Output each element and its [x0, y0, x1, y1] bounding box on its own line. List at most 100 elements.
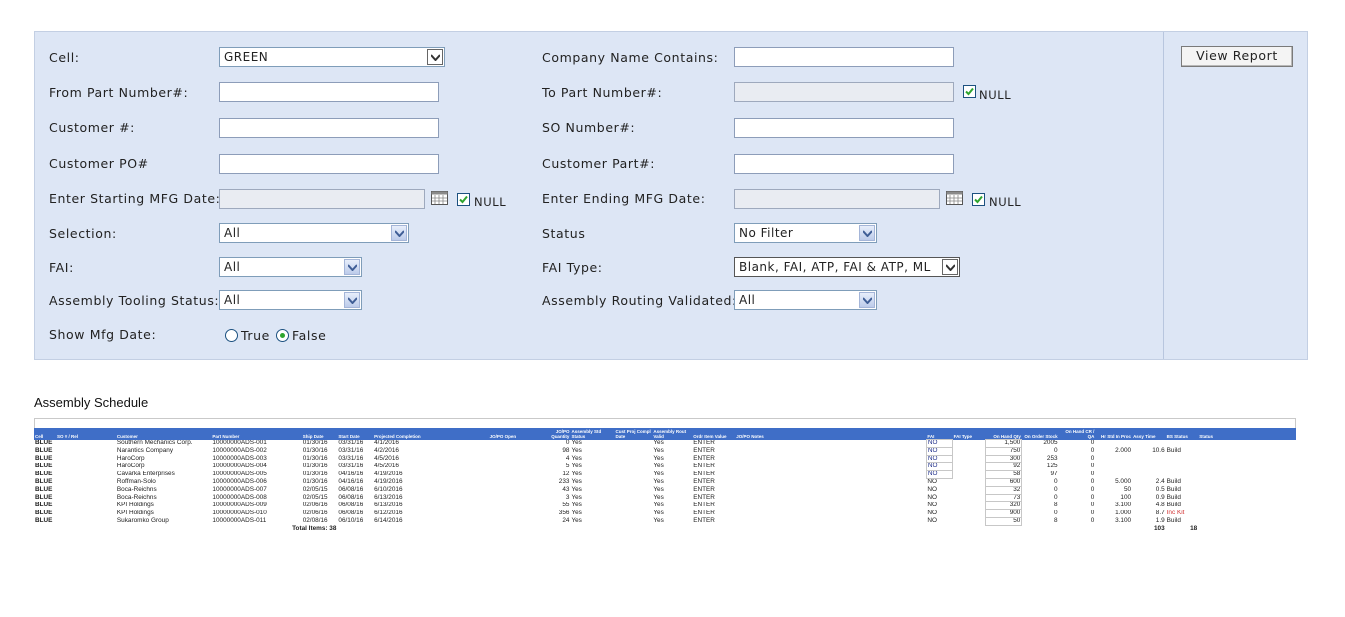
table-cell — [615, 502, 653, 510]
table-cell: 4 — [565, 455, 570, 462]
table-cell: BLUE — [35, 486, 53, 493]
table-cell: HaroCorp — [116, 455, 145, 462]
table-cell — [489, 455, 538, 463]
table-cell: 02/06/16 — [302, 509, 328, 517]
assembly-routing-validated-select[interactable]: All — [734, 290, 877, 310]
table-cell — [1198, 447, 1296, 455]
table-cell: Sukaromko Group — [116, 517, 169, 524]
table-cell: 2.000 — [1115, 447, 1132, 454]
table-cell: NO — [927, 517, 937, 524]
so-number-label: SO Number#: — [542, 120, 636, 135]
customer-no-input[interactable] — [219, 118, 439, 138]
table-cell: 750 — [984, 446, 1023, 456]
chevron-down-icon[interactable] — [859, 292, 875, 308]
table-cell: 50 — [1123, 486, 1132, 493]
table-cell: ENTER — [693, 501, 715, 509]
table-cell: BLUE — [35, 509, 53, 517]
table-cell: ENTER — [693, 478, 715, 485]
from-part-label: From Part Number#: — [49, 85, 189, 100]
calendar-icon[interactable] — [431, 191, 448, 205]
table-cell — [735, 455, 926, 463]
table-cell: BLUE — [35, 517, 53, 524]
chevron-down-icon[interactable] — [942, 259, 958, 275]
chevron-down-icon[interactable] — [391, 225, 407, 241]
table-cell: 125 — [1046, 462, 1058, 470]
end-mfg-null-checkbox[interactable] — [972, 193, 985, 206]
show-mfg-false-radio[interactable] — [276, 329, 289, 342]
table-cell — [953, 447, 986, 455]
table-cell: 04/16/16 — [338, 478, 364, 485]
table-cell: KPI Holdings — [116, 509, 154, 517]
table-cell — [953, 486, 986, 494]
table-cell: Yes — [571, 517, 582, 524]
total-cell — [489, 525, 538, 532]
table-cell: 10000000ADS-011 — [212, 517, 267, 524]
col-header: Hr Std In Proc — [1095, 428, 1133, 440]
customer-part-input[interactable] — [734, 154, 954, 174]
col-header: JO/PO Notes — [735, 428, 927, 440]
end-mfg-date-input[interactable] — [734, 189, 940, 209]
table-cell — [1095, 463, 1132, 471]
table-row: BLUE Narantics Company 10000000ADS-002 01/3… — [34, 446, 1296, 456]
table-cell: Narantics Company — [116, 447, 174, 454]
table-cell — [735, 447, 926, 455]
col-header: FAI — [926, 428, 953, 440]
fai-type-select[interactable]: Blank, FAI, ATP, FAI & ATP, ML — [734, 257, 960, 277]
table-cell — [1132, 440, 1166, 448]
table-cell — [56, 517, 116, 525]
to-part-null-checkbox[interactable] — [963, 85, 976, 98]
table-cell: BLUE — [35, 447, 53, 454]
start-mfg-null-checkbox[interactable] — [457, 193, 470, 206]
table-cell: 06/08/16 — [338, 509, 364, 517]
col-header: Ordr Item Value — [692, 428, 736, 440]
so-number-input[interactable] — [734, 118, 954, 138]
cell-select[interactable]: GREEN — [219, 47, 445, 67]
table-cell: BLUE — [35, 494, 53, 501]
calendar-icon[interactable] — [946, 191, 963, 205]
view-report-button[interactable]: View Report — [1181, 46, 1293, 67]
customer-po-input[interactable] — [219, 154, 439, 174]
from-part-input[interactable] — [219, 82, 439, 102]
total-cell — [692, 525, 735, 532]
assembly-tooling-status-select[interactable]: All — [219, 290, 362, 310]
chevron-down-icon[interactable] — [344, 292, 360, 308]
table-cell: 5 — [565, 462, 570, 470]
report-title: Assembly Schedule — [34, 395, 149, 410]
table-cell — [953, 463, 986, 471]
chevron-down-icon[interactable] — [859, 225, 875, 241]
table-cell: 02/06/16 — [302, 501, 328, 509]
table-cell — [1198, 502, 1296, 510]
table-cell — [56, 471, 116, 479]
table-cell — [735, 502, 926, 510]
table-cell — [953, 471, 986, 479]
total-cell — [926, 525, 952, 532]
table-cell: 0 — [1090, 478, 1095, 485]
table-cell — [1198, 494, 1296, 502]
table-cell: 97 — [1050, 470, 1058, 478]
table-cell — [489, 510, 538, 518]
show-mfg-true-radio[interactable] — [225, 329, 238, 342]
fai-select[interactable]: All — [219, 257, 362, 277]
end-mfg-date-label: Enter Ending MFG Date: — [542, 191, 706, 206]
filter-panel: Cell: GREEN Company Name Contains: View … — [34, 31, 1308, 360]
to-part-input[interactable] — [734, 82, 954, 102]
table-cell: 10000000ADS-009 — [212, 501, 267, 509]
table-cell: 06/08/16 — [338, 494, 364, 501]
total-assy-time: 103 — [1153, 525, 1165, 532]
start-mfg-date-input[interactable] — [219, 189, 425, 209]
table-cell: Roffman-Solo — [116, 478, 156, 485]
selection-select[interactable]: All — [219, 223, 409, 243]
status-select[interactable]: No Filter — [734, 223, 877, 243]
checkmark-icon — [974, 195, 983, 204]
table-cell: ENTER — [693, 439, 715, 446]
company-name-input[interactable] — [734, 47, 954, 67]
table-cell: 100 — [1120, 494, 1132, 501]
chevron-down-icon[interactable] — [344, 259, 360, 275]
table-cell: Yes — [571, 455, 582, 462]
to-part-null-label: NULL — [979, 88, 1012, 102]
table-cell: NO — [925, 454, 954, 464]
chevron-down-icon[interactable] — [427, 49, 443, 65]
table-cell: 600 — [984, 477, 1023, 487]
table-cell: 0.9 — [1155, 494, 1165, 501]
col-header: Ship Date — [301, 428, 338, 440]
